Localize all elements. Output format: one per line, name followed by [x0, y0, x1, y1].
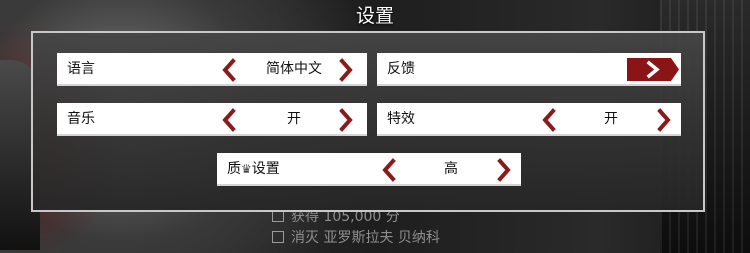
language-prev-button[interactable] [220, 58, 238, 82]
chevron-right-icon [657, 108, 671, 132]
effects-row: 特效 开 [377, 103, 681, 136]
quality-prev-button[interactable] [380, 158, 398, 182]
background-objective-2: 消灭 亚罗斯拉夫 贝纳科 [272, 229, 440, 247]
effects-prev-button[interactable] [540, 108, 558, 132]
chevron-left-icon [222, 108, 236, 132]
arrow-right-icon [627, 58, 679, 81]
quality-row: 质♛设置 高 [217, 153, 521, 186]
music-next-button[interactable] [337, 108, 355, 132]
effects-value: 开 [604, 111, 618, 127]
chevron-left-icon [382, 158, 396, 182]
music-value: 开 [287, 111, 301, 127]
music-prev-button[interactable] [220, 108, 238, 132]
checkbox-icon [272, 231, 284, 243]
language-value: 简体中文 [266, 61, 322, 77]
language-next-button[interactable] [337, 58, 355, 82]
quality-label: 质♛设置 [227, 161, 280, 177]
music-label: 音乐 [67, 111, 95, 127]
page-title: 设置 [355, 5, 394, 27]
quality-glyph-icon: ♛ [241, 162, 252, 176]
chevron-right-icon [497, 158, 511, 182]
chevron-left-icon [222, 58, 236, 82]
chevron-right-icon [339, 58, 353, 82]
effects-label: 特效 [387, 111, 415, 127]
feedback-row[interactable]: 反馈 [377, 53, 681, 86]
quality-next-button[interactable] [495, 158, 513, 182]
quality-value: 高 [444, 161, 458, 177]
feedback-button[interactable] [627, 58, 679, 81]
feedback-label: 反馈 [387, 61, 415, 77]
settings-panel: 语言 简体中文 反馈 音乐 开 特效 开 质♛设置 高 [31, 31, 705, 212]
chevron-left-icon [542, 108, 556, 132]
music-row: 音乐 开 [57, 103, 367, 136]
language-row: 语言 简体中文 [57, 53, 367, 86]
effects-next-button[interactable] [655, 108, 673, 132]
language-label: 语言 [67, 61, 95, 77]
chevron-right-icon [339, 108, 353, 132]
